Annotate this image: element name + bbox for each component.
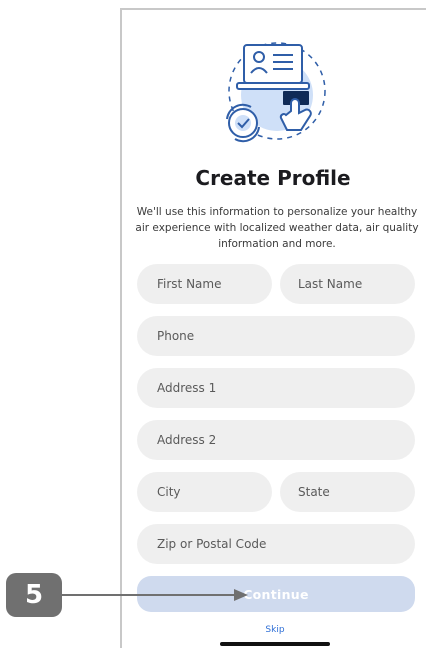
step-callout-badge: 5 [6, 573, 62, 617]
page-subtitle: We'll use this information to personaliz… [135, 206, 419, 250]
phone-input[interactable] [137, 316, 415, 356]
callout-arrow-icon [60, 589, 248, 601]
address2-input[interactable] [137, 420, 415, 460]
city-input[interactable] [137, 472, 272, 512]
zip-input[interactable] [137, 524, 415, 564]
first-name-input[interactable] [137, 264, 272, 304]
state-input[interactable] [280, 472, 415, 512]
skip-link[interactable]: Skip [260, 625, 290, 635]
callout-number: 5 [24, 580, 44, 610]
last-name-input[interactable] [280, 264, 415, 304]
home-indicator [220, 642, 330, 646]
address1-input[interactable] [137, 368, 415, 408]
page-title: Create Profile [195, 166, 351, 190]
profile-setup-illustration [226, 42, 326, 143]
continue-label: Continue [243, 586, 309, 602]
